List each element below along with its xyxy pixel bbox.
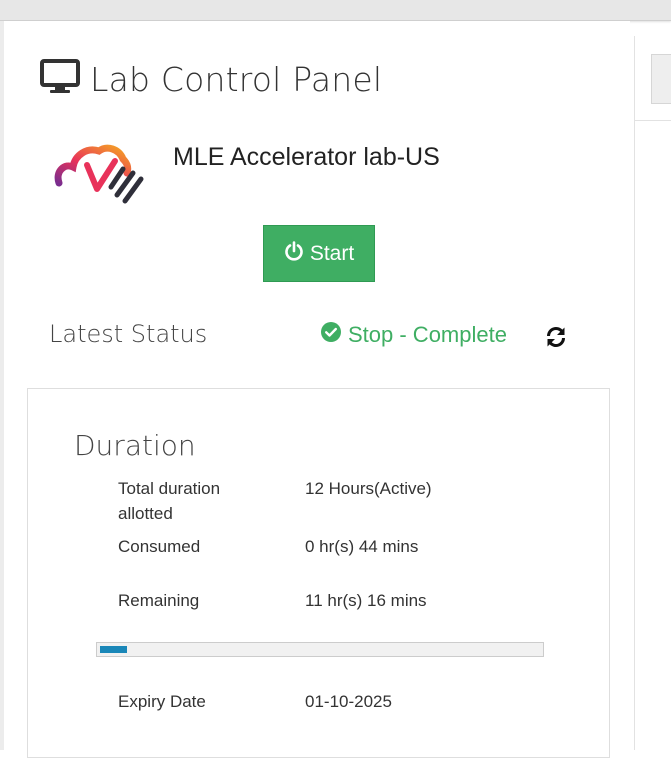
page-title: Lab Control Panel <box>90 59 383 99</box>
expiry-date-value: 01-10-2025 <box>305 692 392 711</box>
consumed-value: 0 hr(s) 44 mins <box>305 537 419 556</box>
consumed-label: Consumed <box>118 537 201 556</box>
total-duration-label: Total duration allotted <box>118 479 221 523</box>
duration-card: Duration Total duration allotted 12 Hour… <box>27 388 610 758</box>
panel-title-row: Lab Control Panel <box>40 58 382 100</box>
duration-progress-bar <box>96 642 544 657</box>
expiry-date-label: Expiry Date <box>118 692 206 711</box>
start-button-label: Start <box>309 241 355 265</box>
lab-name: MLE Accelerator lab-US <box>173 143 440 171</box>
refresh-icon[interactable] <box>544 325 568 349</box>
remaining-label: Remaining <box>118 591 200 610</box>
duration-title: Duration <box>74 429 196 462</box>
monitor-icon <box>40 58 80 100</box>
right-panel-tab[interactable] <box>651 54 671 104</box>
status-text: Stop - Complete <box>348 322 507 347</box>
total-duration-value: 12 Hours(Active) <box>305 479 432 498</box>
progress-fill <box>100 646 127 653</box>
right-side-panel <box>634 36 671 750</box>
check-circle-icon <box>321 322 341 348</box>
browser-top-bar <box>0 0 671 21</box>
remaining-value: 11 hr(s) 16 mins <box>305 591 427 610</box>
power-icon <box>284 240 304 267</box>
start-button[interactable]: Start <box>263 225 375 282</box>
right-panel-header <box>635 36 671 121</box>
latest-status-label: Latest Status <box>49 320 208 348</box>
lab-logo <box>53 135 148 207</box>
status-value: Stop - Complete <box>321 322 507 348</box>
